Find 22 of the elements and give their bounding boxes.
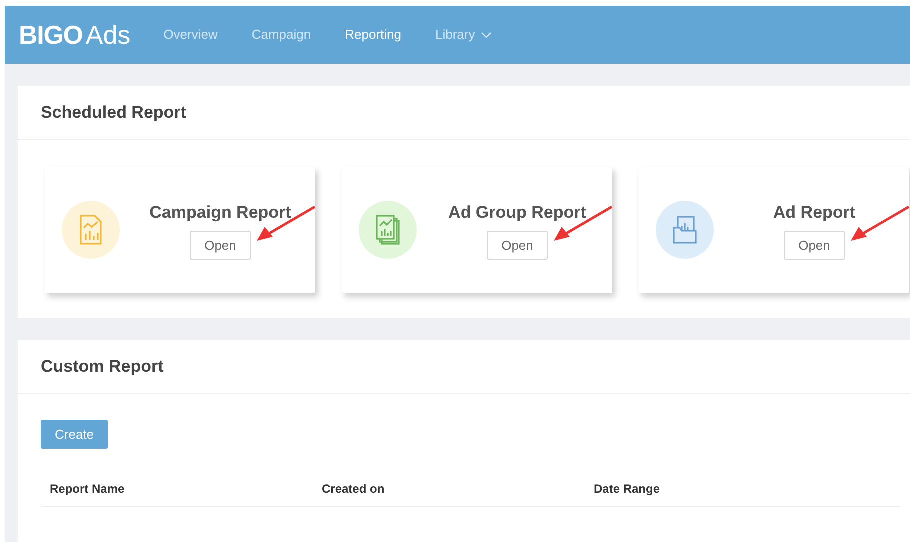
chart-folder-icon — [671, 214, 699, 246]
chart-documents-icon — [374, 214, 402, 246]
column-header: Report Name — [49, 480, 126, 498]
brand-name: Ads — [86, 18, 131, 52]
card-title: Ad Group Report — [448, 202, 586, 224]
column-header: Date Range — [593, 480, 662, 498]
section-title: Custom Report — [41, 356, 164, 378]
create-button[interactable]: Create — [41, 420, 108, 449]
open-button[interactable]: Open — [486, 231, 548, 260]
chevron-down-icon — [481, 32, 492, 38]
section-title: Scheduled Report — [41, 102, 186, 124]
open-button[interactable]: Open — [784, 231, 846, 260]
column-header: Created on — [321, 480, 386, 498]
card-title: Ad Report — [773, 202, 856, 224]
nav-tab[interactable]: Library — [418, 25, 510, 45]
card-title: Campaign Report — [150, 202, 292, 224]
chart-document-icon — [77, 214, 105, 246]
nav-tab[interactable]: Campaign — [234, 25, 328, 45]
open-button[interactable]: Open — [190, 231, 252, 260]
brand-logo: BIGO — [19, 18, 83, 52]
nav-tab[interactable]: Overview — [146, 25, 235, 45]
nav-tab[interactable]: Reporting — [328, 25, 418, 45]
